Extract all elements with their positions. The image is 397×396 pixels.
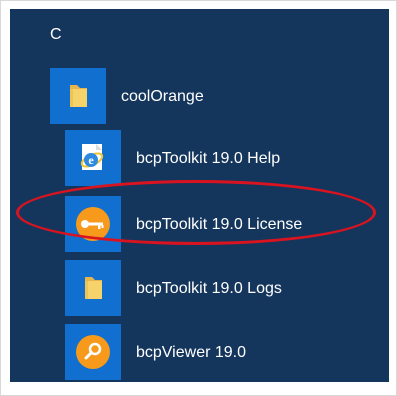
viewer-tile xyxy=(65,324,121,380)
key-icon xyxy=(76,207,110,241)
internet-explorer-icon: e xyxy=(80,144,104,170)
menu-item-help[interactable]: e bcpToolkit 19.0 Help xyxy=(65,130,389,190)
folder-icon xyxy=(85,277,102,299)
folder-tile xyxy=(50,68,106,124)
viewer-label: bcpViewer 19.0 xyxy=(136,344,246,361)
menu-item-logs[interactable]: bcpToolkit 19.0 Logs xyxy=(65,260,389,320)
logs-tile xyxy=(65,260,121,316)
license-label: bcpToolkit 19.0 License xyxy=(136,216,303,233)
help-label: bcpToolkit 19.0 Help xyxy=(136,150,281,167)
svg-text:e: e xyxy=(88,153,94,167)
screenshot-frame: C coolOrange e bcpToolkit 19.0 Help bcpT… xyxy=(0,0,397,396)
logs-label: bcpToolkit 19.0 Logs xyxy=(136,280,282,297)
group-header-letter[interactable]: C xyxy=(50,25,62,45)
start-menu-list: C coolOrange e bcpToolkit 19.0 Help bcpT… xyxy=(10,9,389,382)
magnifier-icon xyxy=(76,335,110,369)
license-tile xyxy=(65,196,121,252)
menu-item-viewer[interactable]: bcpViewer 19.0 xyxy=(65,324,389,382)
folder-item-coolorange[interactable]: coolOrange xyxy=(50,68,389,128)
folder-icon xyxy=(70,85,87,107)
help-tile: e xyxy=(65,130,121,186)
folder-label: coolOrange xyxy=(121,88,204,105)
menu-item-license[interactable]: bcpToolkit 19.0 License xyxy=(65,196,389,256)
